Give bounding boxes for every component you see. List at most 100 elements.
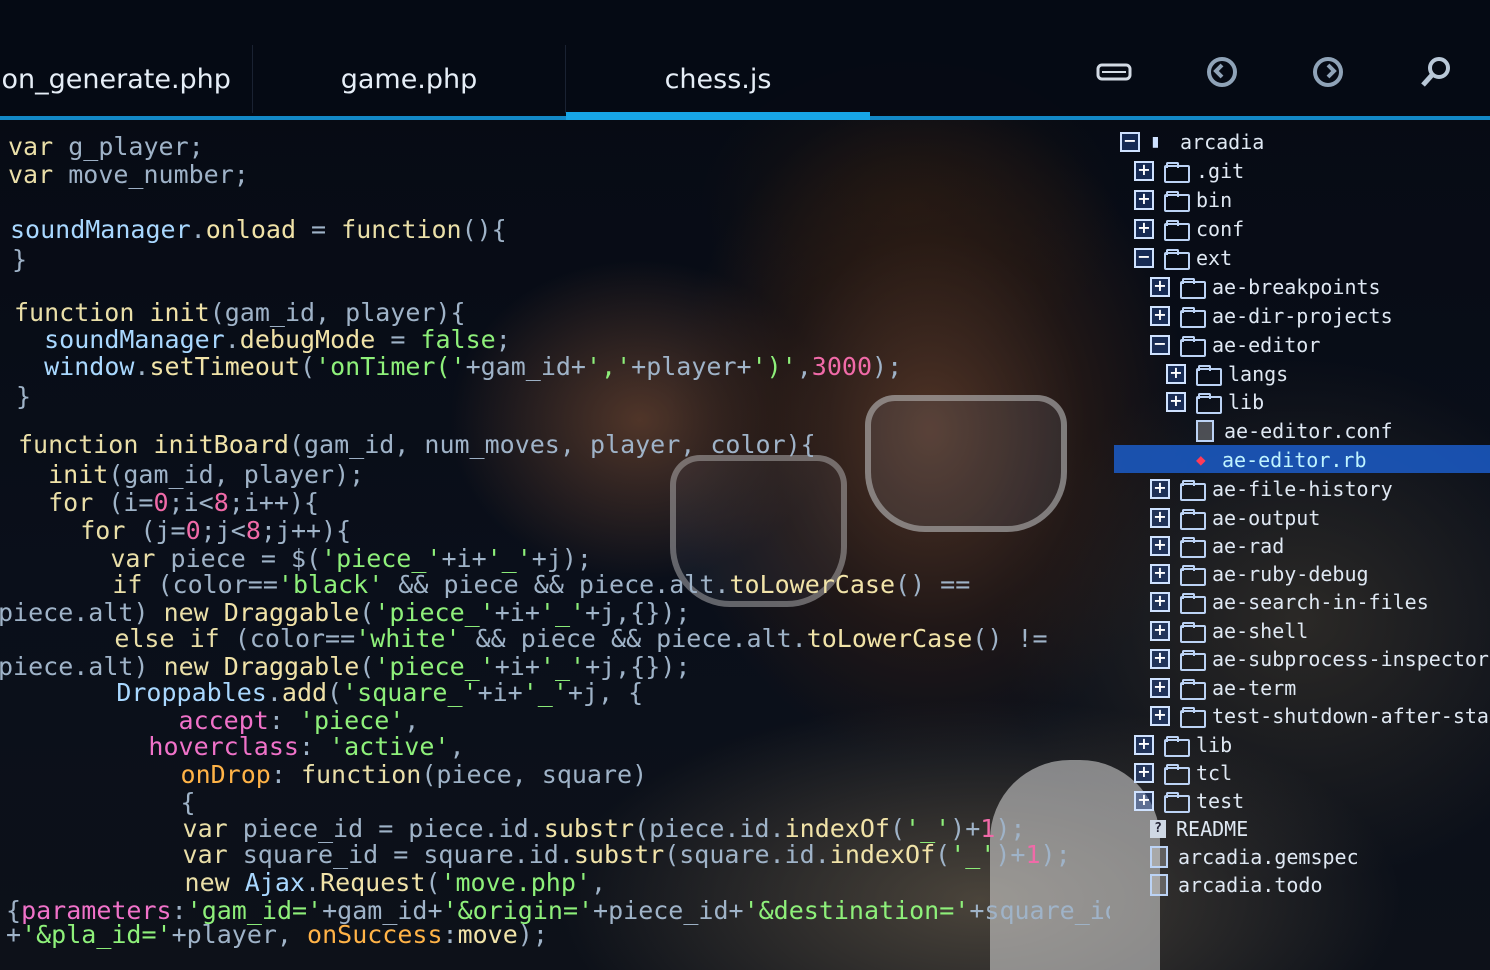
- code-token: Draggable: [223, 598, 360, 627]
- expand-icon[interactable]: +: [1134, 791, 1154, 811]
- code-editor[interactable]: var g_player; var move_number; soundManage…: [0, 120, 1110, 970]
- tab-chess-js[interactable]: chess.js: [566, 45, 870, 113]
- expand-icon[interactable]: +: [1166, 392, 1186, 412]
- tree-item[interactable]: + ae-dir-projects: [1150, 302, 1393, 330]
- tree-item[interactable]: + langs: [1166, 360, 1288, 388]
- ruby-file-icon: ◆: [1196, 450, 1206, 469]
- code-token: 'black': [277, 570, 384, 599]
- code-token: 'move.php': [440, 868, 591, 897]
- code-token: () !=: [972, 624, 1048, 653]
- code-token: :: [298, 732, 330, 761]
- code-token: piece.alt): [0, 652, 164, 681]
- tree-item[interactable]: − ext: [1134, 244, 1232, 272]
- expand-icon[interactable]: +: [1166, 364, 1186, 384]
- expand-icon[interactable]: +: [1150, 277, 1170, 297]
- code-token: && piece && piece.alt.: [383, 570, 730, 599]
- tab-game-php[interactable]: game.php: [252, 45, 566, 113]
- code-token: ,: [796, 352, 812, 381]
- code-line: window.setTimeout('onTimer('+gam_id+','+…: [14, 352, 902, 382]
- collapse-icon[interactable]: −: [1120, 132, 1140, 152]
- undo-icon[interactable]: [1202, 52, 1242, 92]
- tree-item[interactable]: + ae-term: [1150, 674, 1296, 702]
- tree-item-label: ae-editor.conf: [1224, 419, 1393, 443]
- code-token: 8: [213, 488, 229, 517]
- code-token: (: [889, 814, 906, 843]
- expand-icon[interactable]: +: [1150, 678, 1170, 698]
- tree-item[interactable]: + ae-ruby-debug: [1150, 560, 1369, 588]
- code-token: setTimeout: [149, 352, 300, 381]
- tree-item[interactable]: + lib: [1166, 388, 1264, 416]
- tree-item[interactable]: + ae-file-history: [1150, 475, 1393, 503]
- code-token: :: [268, 706, 299, 735]
- code-token: :: [270, 760, 301, 789]
- code-token: hoverclass: [148, 732, 299, 761]
- tree-item[interactable]: + ae-search-in-files: [1150, 588, 1429, 616]
- tree-item[interactable]: − ae-editor: [1150, 331, 1320, 359]
- tree-item[interactable]: ? README: [1150, 815, 1248, 843]
- tree-item-label: test-shutdown-after-startu: [1212, 704, 1490, 728]
- code-token: accept: [178, 706, 269, 735]
- tree-item[interactable]: + ae-shell: [1150, 617, 1308, 645]
- collapse-icon[interactable]: −: [1134, 248, 1154, 268]
- tree-item[interactable]: ◆ ae-editor.rb: [1196, 446, 1367, 474]
- code-token: piece_id = piece.id.: [242, 814, 544, 843]
- expand-icon[interactable]: +: [1134, 161, 1154, 181]
- code-token: {: [30, 788, 196, 817]
- tab-ion-generate-php[interactable]: ion_generate.php: [0, 45, 250, 113]
- folder-icon: [1164, 220, 1190, 241]
- tree-item[interactable]: + test: [1134, 787, 1244, 815]
- expand-icon[interactable]: +: [1134, 190, 1154, 210]
- tree-item[interactable]: ae-editor.conf: [1196, 417, 1393, 445]
- book-icon: ▮: [1150, 131, 1161, 152]
- tree-item[interactable]: + conf: [1134, 215, 1244, 243]
- tree-item[interactable]: + ae-breakpoints: [1150, 273, 1381, 301]
- tree-item[interactable]: + tcl: [1134, 759, 1232, 787]
- tree-item[interactable]: arcadia.todo: [1150, 871, 1323, 899]
- code-token: +square_id: [969, 896, 1110, 925]
- expand-icon[interactable]: +: [1150, 706, 1170, 726]
- tree-item[interactable]: + .git: [1134, 157, 1244, 185]
- code-token: )+: [950, 814, 981, 843]
- tree-item[interactable]: + lib: [1134, 731, 1232, 759]
- code-token: 'piece_': [321, 544, 442, 573]
- code-line: +'&pla_id='+player, onSuccess:move);: [6, 920, 548, 950]
- folder-icon: [1164, 736, 1190, 757]
- expand-icon[interactable]: +: [1150, 621, 1170, 641]
- code-token: '_': [539, 652, 586, 681]
- tree-item[interactable]: + test-shutdown-after-startu: [1150, 702, 1490, 730]
- tree-item[interactable]: + ae-rad: [1150, 532, 1284, 560]
- search-icon[interactable]: [1416, 52, 1456, 92]
- expand-icon[interactable]: +: [1150, 649, 1170, 669]
- expand-icon[interactable]: +: [1134, 735, 1154, 755]
- code-line: new Ajax.Request('move.php',: [34, 868, 607, 898]
- expand-icon[interactable]: +: [1134, 219, 1154, 239]
- code-token: (: [359, 652, 375, 681]
- code-token: (piece.id.: [634, 814, 785, 843]
- folder-icon: [1180, 679, 1206, 700]
- tree-item[interactable]: − ▮ arcadia: [1120, 128, 1264, 156]
- collapse-icon[interactable]: −: [1150, 335, 1170, 355]
- code-line: hoverclass: 'active',: [28, 732, 464, 762]
- folder-icon: [1164, 792, 1190, 813]
- expand-icon[interactable]: +: [1150, 508, 1170, 528]
- expand-icon[interactable]: +: [1150, 306, 1170, 326]
- expand-icon[interactable]: +: [1150, 479, 1170, 499]
- code-token: +player,: [171, 920, 308, 949]
- code-token: new: [184, 868, 245, 897]
- expand-icon[interactable]: +: [1134, 763, 1154, 783]
- tree-item[interactable]: arcadia.gemspec: [1150, 843, 1359, 871]
- tree-item[interactable]: + bin: [1134, 186, 1232, 214]
- expand-icon[interactable]: +: [1150, 592, 1170, 612]
- code-token: function: [14, 298, 150, 327]
- code-token: window: [44, 352, 135, 381]
- expand-icon[interactable]: +: [1150, 536, 1170, 556]
- expand-icon[interactable]: +: [1150, 564, 1170, 584]
- tree-item[interactable]: + ae-output: [1150, 504, 1320, 532]
- drive-icon[interactable]: [1094, 52, 1134, 92]
- file-tree: − ▮ arcadia + .git + bin + conf − ext + ae-breakpoin…: [1112, 120, 1490, 970]
- tree-item[interactable]: + ae-subprocess-inspector: [1150, 645, 1489, 673]
- redo-icon[interactable]: [1308, 52, 1348, 92]
